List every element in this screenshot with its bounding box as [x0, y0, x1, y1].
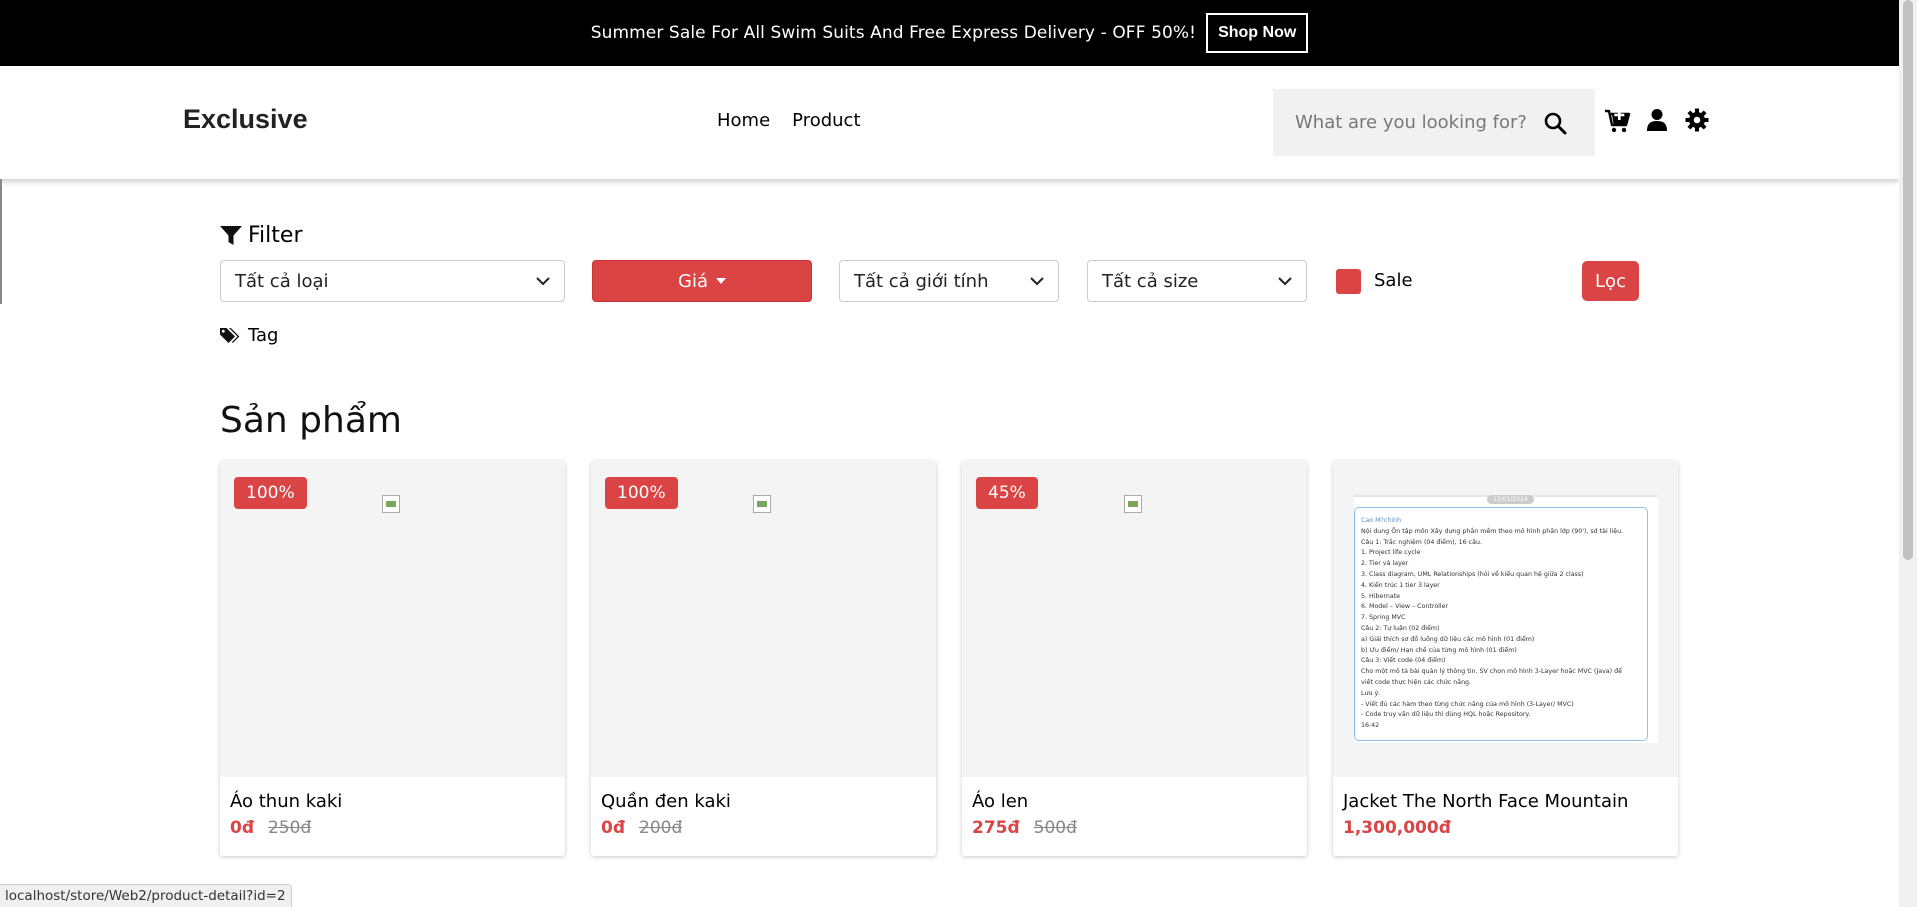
- promo-bar: Summer Sale For All Swim Suits And Free …: [0, 0, 1899, 66]
- product-name[interactable]: Áo len: [972, 791, 1028, 812]
- doc-line: Nội dung Ôn tập môn Xây dựng phần mềm th…: [1361, 527, 1624, 535]
- product-card[interactable]: 45% Áo len 275đ 500đ: [962, 461, 1307, 856]
- doc-line: Cho một mô tả bài quản lý thông tin. SV …: [1361, 668, 1622, 676]
- search-box: [1273, 89, 1595, 156]
- size-select[interactable]: Tất cả size: [1087, 260, 1307, 302]
- product-image-screenshot: 13/01/2024 Cao M?chinh Nội dung Ôn tập m…: [1354, 495, 1658, 743]
- main-nav: Home Product: [717, 110, 861, 131]
- user-icon[interactable]: [1646, 108, 1668, 132]
- category-select[interactable]: Tất cả loại: [220, 260, 565, 302]
- discount-badge: 45%: [976, 477, 1038, 509]
- discount-badge: 100%: [605, 477, 678, 509]
- product-image-area[interactable]: 45%: [962, 461, 1307, 777]
- doc-line: Câu 2: Tự luận (02 điểm): [1361, 624, 1440, 632]
- product-prices: 1,300,000đ: [1343, 818, 1451, 838]
- filter-icon: [220, 225, 242, 245]
- nav-product[interactable]: Product: [792, 110, 860, 131]
- doc-line: Câu 1: Trắc nghiệm (04 điểm), 16 câu.: [1361, 538, 1482, 546]
- doc-line: 6. Model – View – Controller: [1361, 603, 1449, 611]
- broken-image-icon: [382, 495, 400, 513]
- products-heading: Sản phẩm: [220, 400, 402, 441]
- shop-now-button[interactable]: Shop Now: [1206, 13, 1309, 53]
- current-price: 275đ: [972, 818, 1020, 838]
- current-price: 0đ: [230, 818, 254, 838]
- product-prices: 275đ 500đ: [972, 818, 1077, 838]
- price-dropdown-button[interactable]: Giá: [592, 260, 812, 302]
- page-scrollbar[interactable]: [1899, 0, 1917, 907]
- apply-filter-button[interactable]: Lọc: [1582, 261, 1639, 301]
- doc-line: b) Ưu điểm/ Hạn chế của từng mô hình (01…: [1361, 646, 1517, 654]
- doc-line: 3. Class diagram, UML Relationships (hỏi…: [1361, 570, 1584, 578]
- promo-message: Summer Sale For All Swim Suits And Free …: [590, 23, 1197, 43]
- tag-filter[interactable]: Tag: [220, 325, 278, 346]
- product-card[interactable]: 100% Quần đen kaki 0đ 200đ: [591, 461, 936, 856]
- doc-line: - Code truy vấn dữ liệu thì dùng HQL hoặ…: [1361, 711, 1531, 719]
- price-button-label: Giá: [678, 270, 708, 292]
- browser-status-url: localhost/store/Web2/product-detail?id=2: [0, 884, 292, 907]
- doc-line: - Viết đủ các hàm theo từng chức năng củ…: [1361, 700, 1574, 708]
- old-price: 250đ: [268, 818, 312, 838]
- current-price: 1,300,000đ: [1343, 818, 1451, 838]
- chevron-down-icon: [536, 276, 550, 285]
- product-name[interactable]: Áo thun kaki: [230, 791, 342, 812]
- filter-heading: Filter: [220, 223, 302, 248]
- search-icon[interactable]: [1543, 111, 1567, 135]
- doc-line: viết code thực hiện các chức năng.: [1361, 678, 1472, 686]
- doc-line: 7. Spring MVC: [1361, 614, 1406, 622]
- nav-home[interactable]: Home: [717, 110, 770, 131]
- tags-icon: [220, 327, 240, 343]
- chevron-down-icon: [1278, 276, 1292, 285]
- product-name[interactable]: Quần đen kaki: [601, 791, 731, 812]
- product-prices: 0đ 250đ: [230, 818, 311, 838]
- doc-line: Lưu ý:: [1361, 689, 1380, 697]
- doc-line: 4. Kiến trúc 1 tier 3 layer: [1361, 581, 1440, 589]
- filter-title: Filter: [248, 223, 303, 248]
- scrollbar-thumb[interactable]: [1903, 0, 1913, 560]
- left-edge-line: [0, 179, 2, 304]
- product-card[interactable]: 100% Áo thun kaki 0đ 250đ: [220, 461, 565, 856]
- category-select-value: Tất cả loại: [235, 270, 329, 292]
- tag-label: Tag: [248, 325, 279, 346]
- product-image-area[interactable]: 13/01/2024 Cao M?chinh Nội dung Ôn tập m…: [1333, 461, 1678, 777]
- gender-select-value: Tất cả giới tính: [854, 270, 989, 292]
- gear-icon[interactable]: [1685, 108, 1709, 132]
- doc-line: 1. Project life cycle: [1361, 549, 1421, 557]
- product-card[interactable]: 13/01/2024 Cao M?chinh Nội dung Ôn tập m…: [1333, 461, 1678, 856]
- caret-down-icon: [715, 278, 726, 284]
- doc-line: 5. Hibernate: [1361, 592, 1401, 600]
- doc-message: Cao M?chinh Nội dung Ôn tập môn Xây dựng…: [1354, 507, 1648, 741]
- size-select-value: Tất cả size: [1102, 270, 1199, 292]
- broken-image-icon: [1124, 495, 1142, 513]
- product-prices: 0đ 200đ: [601, 818, 682, 838]
- broken-image-icon: [753, 495, 771, 513]
- logo[interactable]: Exclusive: [183, 104, 308, 135]
- doc-sender: Cao M?chinh: [1361, 517, 1402, 524]
- doc-line: Câu 3: Viết code (04 điểm): [1361, 657, 1446, 665]
- product-image-area[interactable]: 100%: [591, 461, 936, 777]
- gender-select[interactable]: Tất cả giới tính: [839, 260, 1059, 302]
- product-image-area[interactable]: 100%: [220, 461, 565, 777]
- product-name[interactable]: Jacket The North Face Mountain: [1343, 791, 1628, 812]
- doc-line: 16:42: [1361, 722, 1380, 730]
- discount-badge: 100%: [234, 477, 307, 509]
- doc-line: a) Giải thích sơ đồ luồng dữ liệu các mô…: [1361, 635, 1535, 643]
- doc-date: 13/01/2024: [1487, 495, 1534, 504]
- old-price: 500đ: [1033, 818, 1077, 838]
- cart-plus-icon[interactable]: [1604, 108, 1631, 134]
- search-input[interactable]: [1295, 112, 1535, 133]
- site-header: Exclusive Home Product: [0, 66, 1899, 179]
- sale-label: Sale: [1374, 270, 1413, 291]
- current-price: 0đ: [601, 818, 625, 838]
- old-price: 200đ: [639, 818, 683, 838]
- sale-checkbox[interactable]: [1336, 269, 1361, 294]
- doc-line: 2. Tier và layer: [1361, 560, 1409, 568]
- chevron-down-icon: [1030, 276, 1044, 285]
